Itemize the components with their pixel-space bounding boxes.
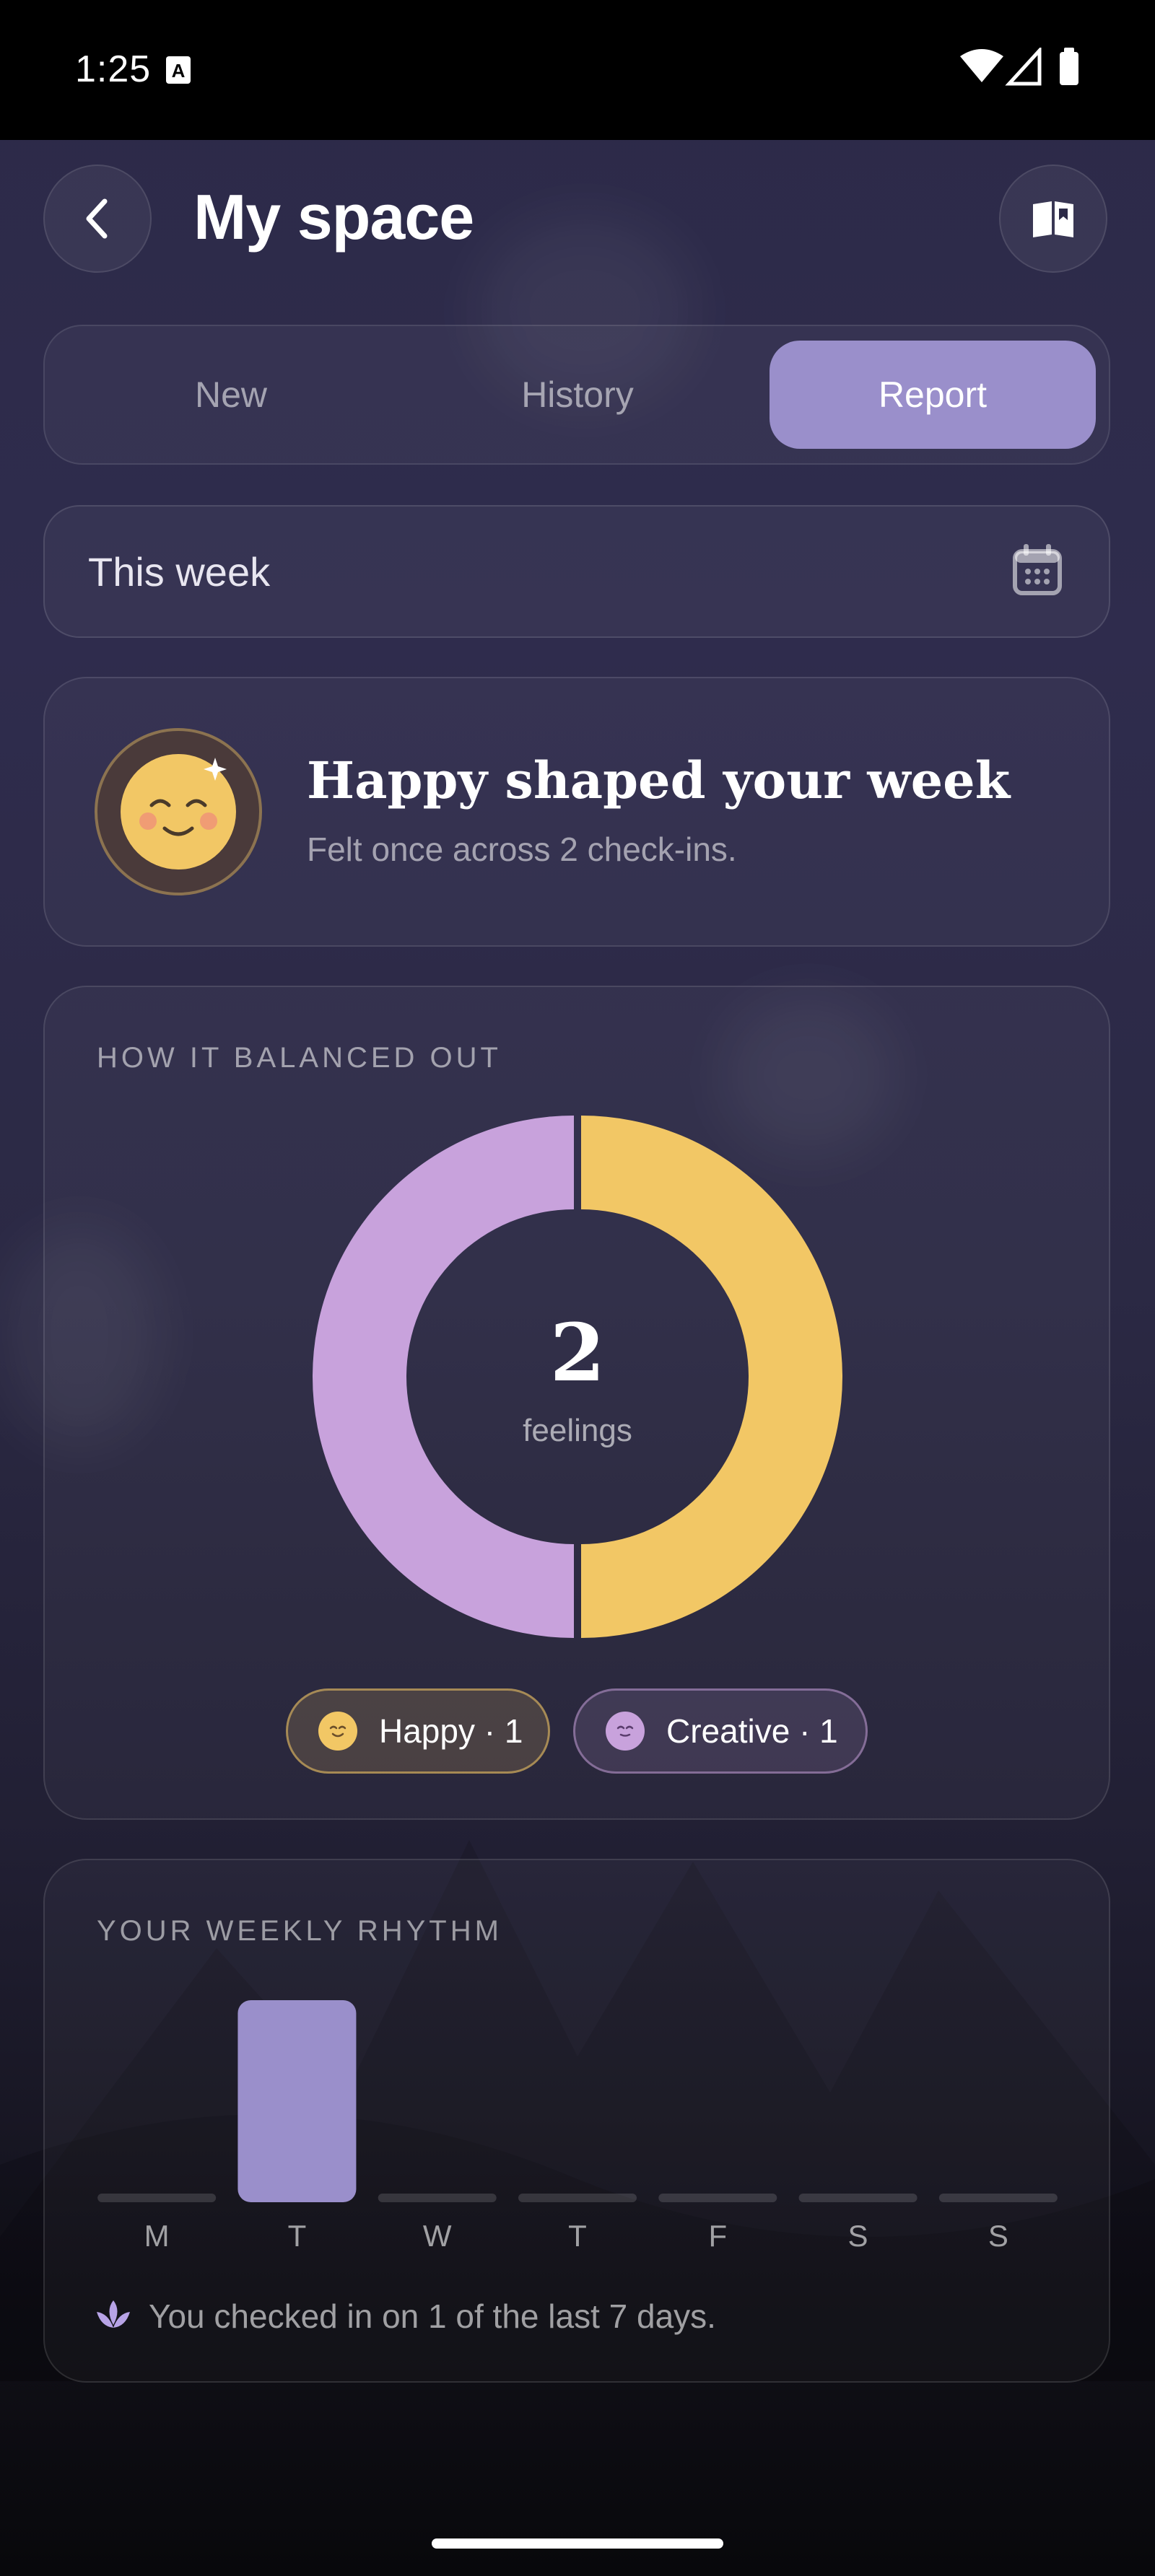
- day-label-2: W: [422, 2219, 452, 2253]
- rhythm-bar-1: [237, 2000, 357, 2202]
- day-label-6: S: [988, 2219, 1008, 2253]
- rhythm-footer: You checked in on 1 of the last 7 days.: [149, 2297, 716, 2335]
- rhythm-bar-6: [938, 2194, 1058, 2202]
- legend-label-creative: Creative · 1: [666, 1712, 838, 1750]
- rhythm-bar-4: [658, 2194, 777, 2202]
- day-label-1: T: [287, 2219, 307, 2253]
- creative-face-icon: [606, 1712, 645, 1751]
- calendar-icon[interactable]: [1012, 544, 1063, 596]
- donut-total-label: feelings: [523, 1413, 632, 1448]
- lotus-icon: [97, 2300, 130, 2328]
- tab-report[interactable]: Report: [770, 341, 1096, 449]
- day-label-5: S: [847, 2219, 868, 2253]
- day-label-0: M: [144, 2219, 170, 2253]
- legend-label-happy: Happy · 1: [379, 1712, 523, 1750]
- legend-chip-creative: Creative · 1: [573, 1688, 868, 1774]
- rhythm-bar-0: [97, 2194, 217, 2202]
- happy-face-icon: [318, 1712, 357, 1751]
- legend-chip-happy: Happy · 1: [286, 1688, 550, 1774]
- wifi-icon: [960, 49, 1003, 82]
- accessibility-badge-icon: A: [166, 56, 191, 84]
- page-title: My space: [193, 181, 474, 253]
- date-range-label: This week: [88, 549, 271, 595]
- tab-bar: New History Report: [43, 325, 1110, 465]
- system-status-icons: [960, 48, 1078, 86]
- rhythm-bar-5: [798, 2194, 918, 2202]
- home-gesture-bar[interactable]: [432, 2538, 723, 2549]
- date-range-selector[interactable]: This week: [43, 505, 1110, 638]
- tab-new[interactable]: New: [68, 341, 394, 449]
- rhythm-bar-2: [378, 2194, 497, 2202]
- battery-icon: [1060, 52, 1078, 85]
- weekly-rhythm-chart: [97, 2000, 1058, 2202]
- status-time: 1:25: [75, 48, 152, 90]
- status-bar: 1:25 A: [0, 0, 1155, 140]
- balance-section-label: HOW IT BALANCED OUT: [97, 1042, 502, 1074]
- tab-history[interactable]: History: [414, 341, 741, 449]
- book-icon: [1033, 201, 1073, 237]
- back-button[interactable]: [43, 165, 152, 273]
- rhythm-section-label: YOUR WEEKLY RHYTHM: [97, 1915, 502, 1947]
- day-label-3: T: [568, 2219, 587, 2253]
- chevron-left-icon: [86, 198, 108, 239]
- signal-icon: [1005, 48, 1042, 86]
- journal-button[interactable]: [999, 165, 1107, 273]
- rhythm-bar-3: [518, 2194, 637, 2202]
- summary-title: Happy shaped your week: [307, 750, 1011, 810]
- happy-face-icon: [95, 728, 262, 895]
- summary-subtitle: Felt once across 2 check-ins.: [307, 831, 737, 868]
- donut-total: 2: [549, 1306, 606, 1399]
- day-label-4: F: [708, 2219, 728, 2253]
